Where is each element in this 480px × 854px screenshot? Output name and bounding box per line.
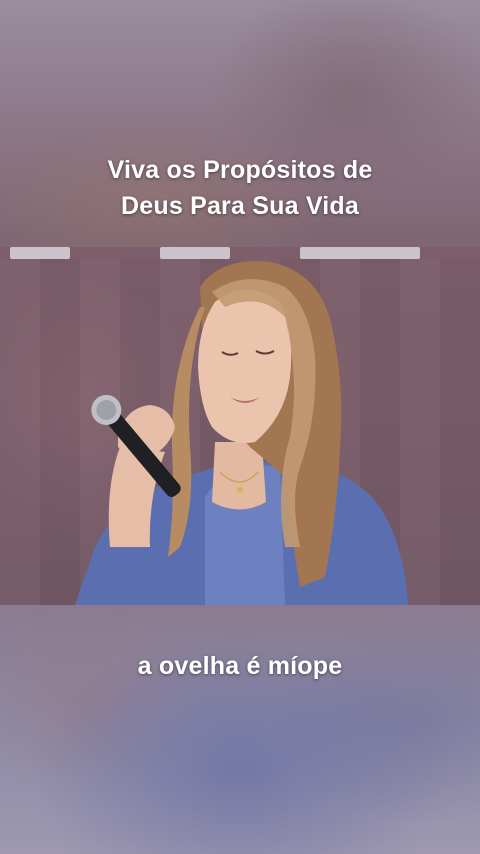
top-caption-line2: Deus Para Sua Vida bbox=[121, 192, 359, 220]
bottom-caption: a ovelha é míope bbox=[137, 652, 343, 680]
singer-illustration bbox=[75, 261, 408, 605]
video-frame: Viva os Propósitos de Deus Para Sua Vida bbox=[0, 0, 480, 854]
video-content bbox=[0, 247, 480, 605]
top-caption: Viva os Propósitos de Deus Para Sua Vida bbox=[0, 152, 480, 224]
top-caption-line1: Viva os Propósitos de bbox=[107, 156, 373, 184]
